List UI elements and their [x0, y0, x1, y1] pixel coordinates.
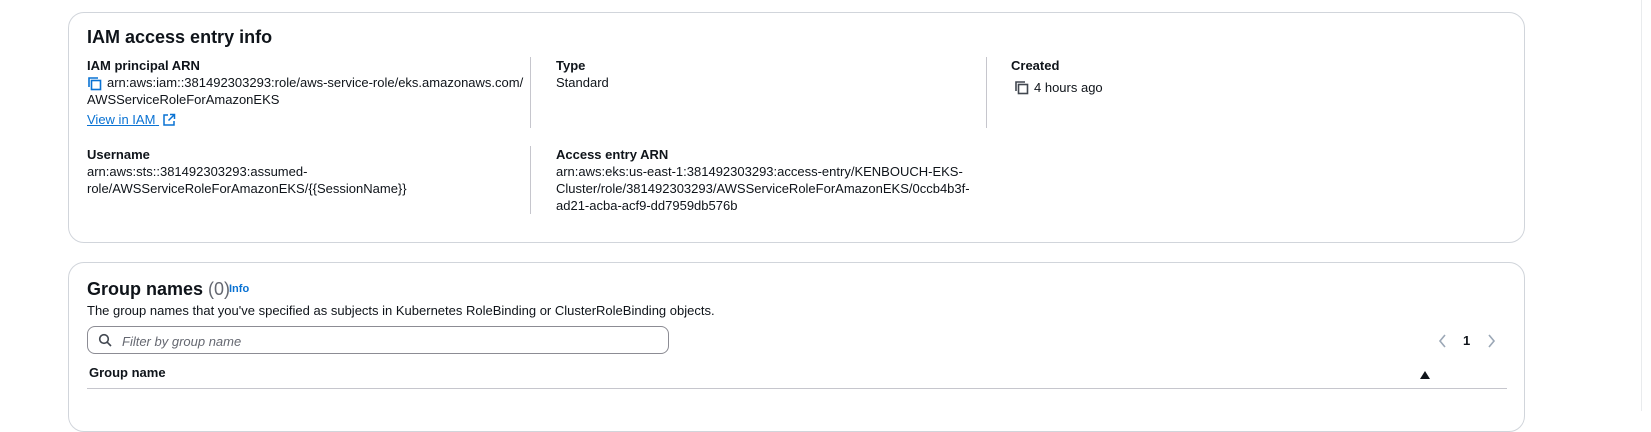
group-filter[interactable] [87, 326, 669, 354]
chevron-left-icon[interactable] [1437, 332, 1449, 355]
iam-principal-arn-value-2: AWSServiceRoleForAmazonEKS [87, 92, 280, 107]
group-names-count: (0) [208, 279, 231, 299]
chevron-right-icon[interactable] [1485, 332, 1497, 355]
created-label: Created [1011, 58, 1060, 73]
column-divider [530, 57, 531, 128]
column-divider [530, 146, 531, 214]
access-entry-arn-value-2: Cluster/role/381492303293/AWSServiceRole… [556, 181, 970, 196]
iam-principal-arn-value-1: arn:aws:iam::381492303293:role/aws-servi… [107, 75, 524, 90]
username-value-1: arn:aws:sts::381492303293:assumed- [87, 164, 308, 179]
group-names-title: Group names (0) [87, 279, 230, 300]
group-names-description: The group names that you've specified as… [87, 303, 715, 318]
username-label: Username [87, 147, 150, 162]
external-link-icon [162, 113, 176, 130]
type-value: Standard [556, 75, 609, 90]
column-header-group-name[interactable]: Group name [89, 365, 166, 380]
iam-principal-arn-label: IAM principal ARN [87, 58, 200, 73]
type-label: Type [556, 58, 586, 73]
info-link[interactable]: Info [229, 283, 249, 295]
header-divider [87, 388, 1507, 389]
search-icon [98, 333, 112, 352]
access-entry-arn-label: Access entry ARN [556, 147, 669, 162]
access-entry-info-panel: IAM access entry info IAM principal ARN … [68, 12, 1525, 243]
access-entry-arn-value-3: ad21-acba-acf9-dd7959db576b [556, 198, 738, 213]
created-value: 4 hours ago [1034, 80, 1103, 95]
group-names-title-text: Group names [87, 279, 204, 299]
sort-ascending-icon[interactable] [1419, 367, 1431, 385]
group-names-panel: Group names (0) Info The group names tha… [68, 262, 1525, 432]
copy-icon[interactable] [1013, 79, 1031, 97]
access-entry-arn-value-1: arn:aws:eks:us-east-1:381492303293:acces… [556, 164, 963, 179]
scrollbar-track[interactable] [1641, 0, 1642, 411]
view-in-iam-link[interactable]: View in IAM [87, 112, 176, 130]
view-in-iam-label: View in IAM [87, 112, 156, 127]
page-number[interactable]: 1 [1463, 333, 1470, 348]
group-filter-input[interactable] [120, 330, 654, 352]
panel-title: IAM access entry info [87, 27, 273, 47]
column-divider [986, 57, 987, 128]
username-value-2: role/AWSServiceRoleForAmazonEKS/{{Sessio… [87, 181, 407, 196]
